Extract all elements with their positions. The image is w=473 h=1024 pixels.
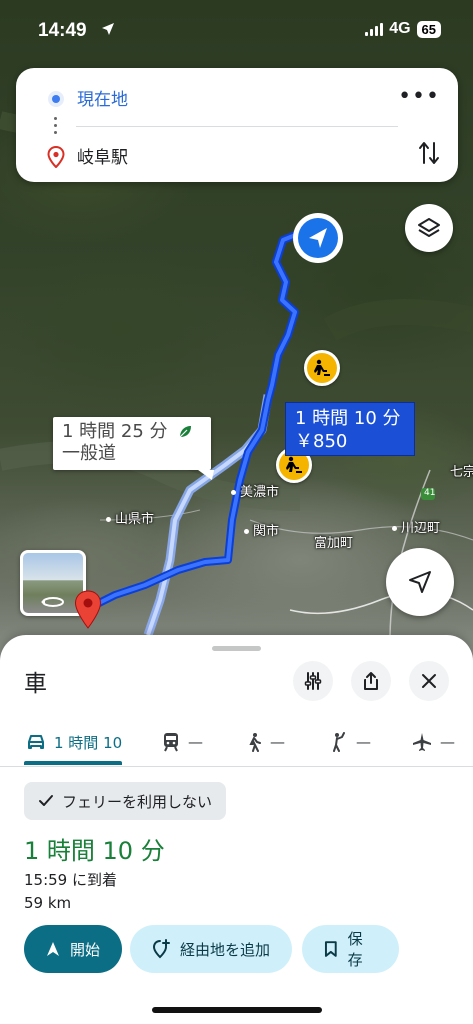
save-label: 保存 [347, 930, 363, 969]
check-icon [39, 795, 53, 806]
share-icon [364, 672, 378, 690]
directions-card: 現在地 岐阜駅 ••• [16, 68, 458, 182]
route-distance: 59 km [24, 894, 72, 912]
navigation-start-icon [47, 942, 59, 956]
destination-pin-icon [47, 146, 65, 168]
rotate-360-icon [41, 597, 64, 607]
map-label-yamagata: 山県市 [106, 508, 154, 527]
flight-icon [413, 733, 431, 751]
start-label: 開始 [70, 940, 101, 959]
map-label-seki: 関市 [244, 520, 279, 539]
primary-route-duration: 1 時間 10 分 [295, 408, 401, 429]
travel-mode-tabs: 1 時間 10 — — — — [0, 717, 473, 767]
map-label-tomika: 富加町 [314, 536, 354, 551]
car-icon [28, 735, 44, 749]
layers-button[interactable] [405, 204, 453, 252]
train-icon [164, 733, 178, 752]
signal-icon [365, 22, 384, 36]
close-button[interactable] [409, 661, 449, 701]
route-shield-41: 41 [424, 488, 436, 498]
destination-marker-icon [74, 590, 102, 629]
add-location-icon [152, 939, 170, 959]
tab-flights[interactable]: — [412, 717, 455, 767]
current-location-icon [293, 213, 343, 263]
connector-dots-icon [54, 117, 58, 138]
alt-route-duration: 1 時間 25 分 [62, 421, 168, 442]
tab-walking[interactable]: — [246, 717, 285, 767]
route-options-button[interactable] [293, 661, 333, 701]
status-bar: 14:49 4G 65 [0, 0, 473, 60]
tune-icon [304, 672, 322, 690]
tab-ride-hailing[interactable]: — [330, 717, 371, 767]
map-view[interactable]: 14:49 4G 65 現在地 岐阜駅 ••• 1 時間 10 分 ￥850 1… [0, 0, 473, 660]
tab-driving-label: 1 時間 10 [54, 733, 123, 752]
alt-route-type: 一般道 [62, 443, 116, 464]
tab-driving[interactable]: 1 時間 10 [26, 717, 122, 767]
navigation-arrow-icon [409, 571, 431, 593]
network-type: 4G [389, 20, 411, 37]
eco-leaf-icon [179, 426, 192, 438]
walk-icon [249, 733, 261, 752]
share-button[interactable] [351, 661, 391, 701]
alt-route-callout[interactable]: 1 時間 25 分 一般道 [53, 417, 211, 470]
avoid-ferries-chip[interactable]: フェリーを利用しない [24, 782, 227, 820]
battery-icon: 65 [416, 20, 441, 38]
add-waypoint-button[interactable]: 経由地を追加 [130, 925, 292, 973]
tab-transit-label: — [188, 733, 203, 751]
map-label-mino: 美濃市 [231, 481, 279, 500]
save-button[interactable]: 保存 [302, 925, 399, 973]
drag-handle[interactable] [212, 646, 261, 651]
recenter-button[interactable] [386, 548, 454, 616]
tab-ride-hailing-label: — [356, 733, 371, 751]
start-button[interactable]: 開始 [24, 925, 122, 973]
map-label-nanasou: 七宗 [450, 465, 473, 480]
primary-route-callout[interactable]: 1 時間 10 分 ￥850 [285, 402, 415, 456]
location-arrow-icon [102, 23, 114, 35]
tab-flights-label: — [440, 733, 455, 751]
origin-dot-icon [48, 91, 64, 107]
add-waypoint-label: 経由地を追加 [180, 940, 271, 959]
layers-icon [418, 218, 440, 237]
map-label-kawabe: 川辺町 [392, 517, 440, 536]
bookmark-icon [324, 941, 337, 957]
travel-mode-title: 車 [24, 671, 47, 697]
route-duration: 1 時間 10 分 [24, 837, 165, 865]
active-tab-indicator [24, 761, 122, 765]
destination-field[interactable]: 岐阜駅 [77, 143, 128, 168]
origin-field[interactable]: 現在地 [77, 85, 128, 110]
construction-icon[interactable] [304, 350, 340, 386]
more-options-button[interactable]: ••• [398, 84, 440, 109]
close-icon [422, 674, 436, 688]
ride-hail-icon [333, 732, 345, 752]
divider [76, 126, 398, 127]
tab-walking-label: — [270, 733, 285, 751]
tab-transit[interactable]: — [162, 717, 203, 767]
status-time: 14:49 [38, 20, 87, 41]
swap-icon[interactable] [418, 140, 440, 166]
avoid-ferries-label: フェリーを利用しない [62, 792, 213, 811]
directions-sheet: 車 1 時間 10 — — — — フェリーを利用しない 1 時間 10 分 1… [0, 635, 473, 1024]
home-indicator [152, 1007, 322, 1013]
arrival-time: 15:59 に到着 [24, 871, 117, 889]
primary-route-toll: ￥850 [295, 431, 348, 452]
